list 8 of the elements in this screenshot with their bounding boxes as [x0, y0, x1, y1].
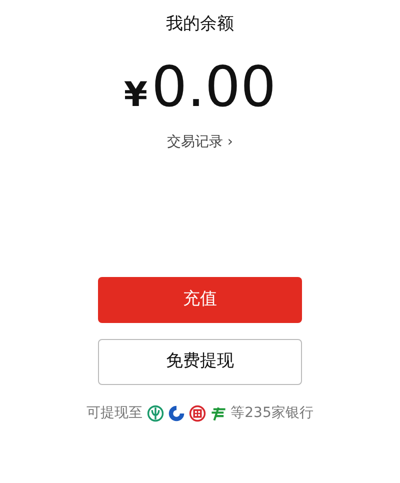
balance-amount: 0.00	[151, 60, 276, 116]
withdraw-label: 可提现至	[86, 404, 143, 422]
withdraw-button[interactable]: 免费提现	[98, 338, 302, 384]
currency-symbol: ¥	[124, 78, 148, 112]
recharge-button[interactable]: 充值	[98, 276, 302, 322]
bank-count-label: 等235家银行	[230, 404, 314, 422]
page-title: 我的余额	[166, 13, 234, 36]
transaction-history-link[interactable]: 交易记录 ›	[166, 132, 234, 152]
